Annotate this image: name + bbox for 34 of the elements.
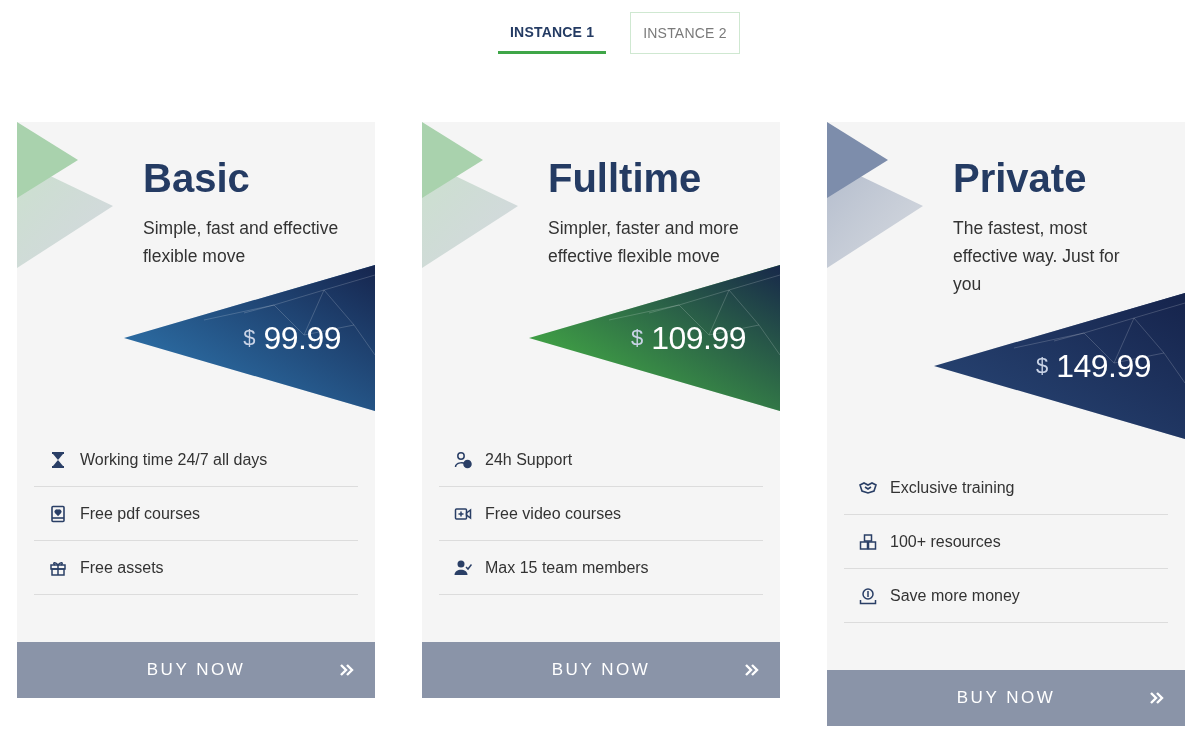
plan-title: Fulltime xyxy=(548,155,703,202)
user-check-icon xyxy=(454,558,472,577)
double-chevron-icon xyxy=(1150,692,1164,704)
plan-description: The fastest, most effective way. Just for you xyxy=(953,217,1121,296)
price-amount: 149.99 xyxy=(1056,347,1151,385)
feature-text: Save more money xyxy=(890,586,1020,605)
plan-description: Simple, fast and effective flexible move xyxy=(143,217,339,268)
double-chevron-icon xyxy=(745,664,759,676)
feature-text: Working time 24/7 all days xyxy=(80,450,268,469)
feature-text: 24h Support xyxy=(485,450,573,469)
feature-text: Max 15 team members xyxy=(485,558,649,577)
plan-description: Simpler, faster and more effective flexible move xyxy=(548,217,740,268)
buy-now-button[interactable]: BUY NOW xyxy=(17,642,375,698)
plan-title: Basic xyxy=(143,155,251,202)
currency-sign: $ xyxy=(630,325,644,351)
feature-text: 100+ resources xyxy=(890,532,1001,551)
price-amount: 99.99 xyxy=(263,319,341,357)
plan-title: Private xyxy=(953,155,1088,202)
feature-text: Free pdf courses xyxy=(80,504,201,523)
currency-sign: $ xyxy=(243,325,256,351)
book-icon xyxy=(49,504,67,523)
feature-text: Exclusive training xyxy=(890,478,1015,497)
price-amount: 109.99 xyxy=(651,319,746,357)
boxes-icon xyxy=(859,532,877,551)
tab[interactable]: INSTANCE 2 xyxy=(630,12,740,54)
double-chevron-icon xyxy=(340,664,354,676)
feature-text: Free video courses xyxy=(485,504,622,523)
currency-sign: $ xyxy=(1035,353,1049,379)
feature-text: Free assets xyxy=(80,558,164,577)
tab[interactable]: INSTANCE 1 xyxy=(498,12,607,54)
buy-now-button[interactable]: BUY NOW xyxy=(422,642,780,698)
user-clock-icon xyxy=(454,450,472,469)
buy-now-button[interactable]: BUY NOW xyxy=(827,670,1185,726)
hourglass-icon xyxy=(49,450,67,469)
